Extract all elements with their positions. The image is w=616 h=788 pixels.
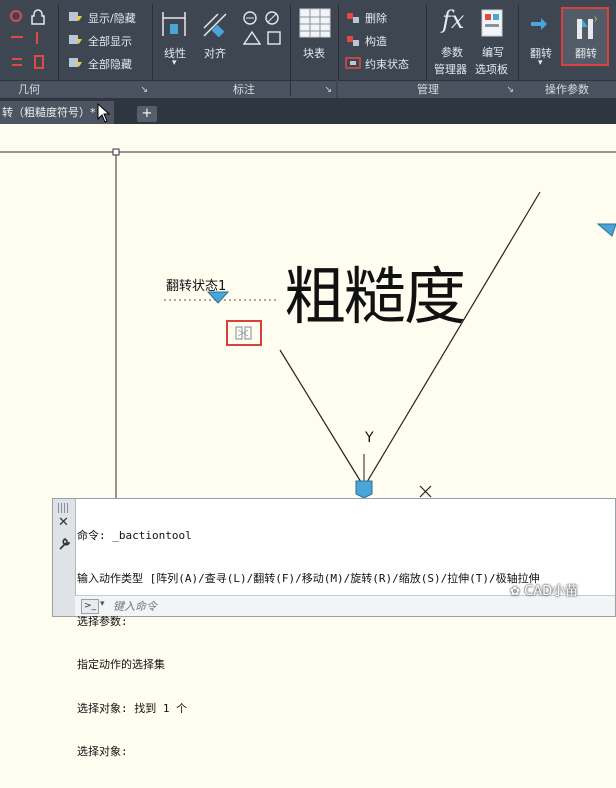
flip-param-dropdown-icon[interactable]: ▾ xyxy=(538,58,543,68)
param-manager-line1[interactable]: 参数 xyxy=(441,44,463,60)
geometry-panel-footer[interactable]: 几何 xyxy=(0,80,58,99)
command-history: 命令: _bactiontool 输入动作类型 [阵列(A)/查寻(L)/翻转(… xyxy=(77,500,615,788)
new-tab-plus: + xyxy=(141,106,153,121)
hide-all-icon xyxy=(69,58,82,67)
linear-dropdown-icon[interactable]: ▾ xyxy=(172,58,177,68)
param-manager-line2[interactable]: 管理器 xyxy=(434,61,467,77)
show-all-button[interactable]: 全部显示 xyxy=(88,33,132,49)
prompt-dropdown-icon[interactable]: ▾ xyxy=(100,599,105,609)
roughness-left-leg xyxy=(279,349,365,488)
constraint-status-button[interactable]: 约束状态 xyxy=(365,56,409,72)
flip-state-label[interactable]: 翻转状态1 xyxy=(166,275,226,294)
block-table-button[interactable]: 块表 xyxy=(303,45,325,61)
roughness-right-leg xyxy=(363,191,541,488)
flip-action-button[interactable]: 翻转 xyxy=(561,7,609,66)
flip-action-icon xyxy=(577,15,597,39)
command-input[interactable] xyxy=(111,598,415,615)
watermark: ✿ CAD小苗 xyxy=(510,580,578,599)
action-badge-highlight[interactable] xyxy=(226,320,262,346)
prompt-icon[interactable]: >_ xyxy=(81,599,99,614)
fx-icon: fx xyxy=(442,6,465,34)
geometry-icons[interactable] xyxy=(6,6,50,76)
show-hide-button[interactable]: 显示/隐藏 xyxy=(88,10,136,26)
flip-action-label: 翻转 xyxy=(575,47,597,60)
wrench-icon[interactable] xyxy=(57,537,71,551)
command-line: 选择对象: xyxy=(77,744,128,758)
show-hide-icon xyxy=(69,12,82,21)
action-params-panel-footer[interactable]: 操作参数 xyxy=(518,80,616,99)
new-tab-button[interactable]: + xyxy=(137,106,157,122)
delete-button[interactable]: 删除 xyxy=(365,10,387,26)
boundary-grip xyxy=(112,148,120,156)
close-icon[interactable]: ✕ xyxy=(58,515,69,530)
linear-icon xyxy=(162,12,186,36)
dimension-small-icons[interactable] xyxy=(240,8,284,50)
command-line: 命令: _bactiontool xyxy=(77,528,192,542)
write-palette-line2[interactable]: 选项板 xyxy=(475,61,508,77)
command-window-handle[interactable]: ✕ xyxy=(53,499,76,616)
hide-all-button[interactable]: 全部隐藏 xyxy=(88,56,132,72)
grip-dots-icon[interactable] xyxy=(58,503,70,513)
write-palette-line1[interactable]: 编写 xyxy=(482,44,504,60)
right-flip-grip xyxy=(596,223,616,237)
delete-icon xyxy=(347,13,359,23)
geometry-panel-label: 几何 xyxy=(18,83,40,96)
roughness-text[interactable]: 粗糙度 xyxy=(284,262,466,332)
dimension-panel-footer[interactable]: 标注 ↘ xyxy=(152,80,336,99)
manage-panel-footer[interactable]: 管理 ↘ xyxy=(338,80,518,99)
show-all-icon xyxy=(69,35,82,44)
base-point-grip xyxy=(355,480,373,499)
block-table-icon xyxy=(299,8,331,38)
action-params-panel-label: 操作参数 xyxy=(545,83,589,96)
flip-action-badge-icon xyxy=(235,326,252,340)
construct-icon xyxy=(347,36,359,46)
dimension-panel-label: 标注 xyxy=(233,83,255,96)
flip-param-icon xyxy=(531,18,547,30)
command-window[interactable]: ✕ 命令: _bactiontool 输入动作类型 [阵列(A)/查寻(L)/翻… xyxy=(52,498,616,758)
command-line: 指定动作的选择集 xyxy=(77,658,165,672)
ucs-y-label: Y xyxy=(365,430,374,446)
align-button[interactable]: 对齐 xyxy=(204,45,226,61)
construct-button[interactable]: 构造 xyxy=(365,33,387,49)
constraint-status-icon xyxy=(345,57,361,69)
watermark-text: CAD小苗 xyxy=(524,584,579,599)
align-icon xyxy=(203,13,227,38)
command-line: 选择对象: 找到 1 个 xyxy=(77,701,188,715)
wechat-icon: ✿ xyxy=(510,584,521,598)
write-palette-icon xyxy=(481,9,503,37)
ribbon: 几何 显示/隐藏 全部显示 全部隐藏 ↘ 线性 ▾ 对齐 标注 ↘ 块表 删除 xyxy=(0,0,616,99)
document-tab-title: 转（粗糙度符号）* xyxy=(2,106,96,119)
mouse-cursor-icon xyxy=(97,103,111,123)
command-line: 选择参数: xyxy=(77,615,128,629)
manage-panel-label: 管理 xyxy=(417,83,439,96)
visibility-panel-footer[interactable]: ↘ xyxy=(58,80,152,99)
